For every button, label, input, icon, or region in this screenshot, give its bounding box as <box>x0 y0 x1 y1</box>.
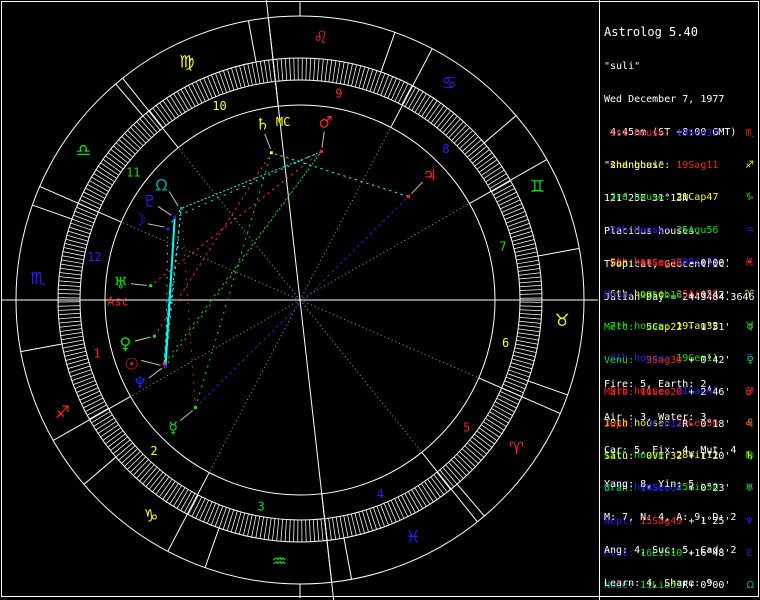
app-title: Astrolog 5.40 <box>604 25 698 39</box>
planet-icon: ☉ <box>745 258 754 269</box>
house-label: 2nd house: <box>604 160 677 172</box>
svg-text:♉: ♉ <box>555 311 570 331</box>
planet-latitude: - 0°00' <box>688 258 731 269</box>
house-label: 4th house: <box>604 224 677 236</box>
planet-icon: ♂ <box>745 386 754 398</box>
svg-text:12: 12 <box>87 250 101 264</box>
svg-text:♊: ♊ <box>530 177 545 197</box>
planet-icon: ♄ <box>745 451 754 463</box>
svg-text:Ω: Ω <box>155 176 167 195</box>
planet-position: 14Sag38 <box>640 258 683 269</box>
planet-icon: ☽ <box>745 290 754 302</box>
sign-icon: ♑ <box>745 192 754 204</box>
svg-text:♐: ♐ <box>55 403 70 423</box>
svg-text:☽: ☽ <box>132 210 146 229</box>
svg-text:11: 11 <box>126 165 140 179</box>
stats-learn-share: Learn: 4, Share: 9 <box>604 578 713 590</box>
svg-text:6: 6 <box>502 336 509 350</box>
svg-text:♍: ♍ <box>179 53 194 73</box>
svg-text:☉: ☉ <box>125 354 139 373</box>
svg-text:♌: ♌ <box>313 28 328 48</box>
planet-label: Moon: <box>604 290 641 302</box>
svg-text:♈: ♈ <box>509 439 524 459</box>
svg-text:♑: ♑ <box>143 507 158 527</box>
planet-latitude: - 1°51' <box>688 322 731 334</box>
svg-text:♒: ♒ <box>272 552 287 572</box>
planet-icon: ♇ <box>745 547 754 559</box>
svg-text:♀: ♀ <box>119 334 131 353</box>
svg-text:♋: ♋ <box>441 73 456 93</box>
planet-row: Merc: 5Cap22 - 1°51' ☿ <box>604 322 756 334</box>
chart-name: "suli" <box>604 61 641 72</box>
planet-row: Sun: 14Sag38 - 0°00' ☉ <box>604 258 756 269</box>
natal-wheel-chart: 123456789101112♈♉♊♋♌♍♎♏♐♑♒♓☉☽☿♀♂♃♄♅♆♇ΩAs… <box>2 0 598 600</box>
planet-icon: ♃ <box>745 418 754 430</box>
svg-text:Asc: Asc <box>107 294 129 308</box>
svg-text:♅: ♅ <box>114 273 128 292</box>
svg-text:☿: ☿ <box>168 418 178 437</box>
svg-text:1: 1 <box>93 347 100 361</box>
sign-icon: ♐ <box>745 160 754 172</box>
svg-text:3: 3 <box>257 499 264 513</box>
house-cusp: 19Sco32 <box>676 128 719 139</box>
svg-text:4: 4 <box>377 487 384 501</box>
svg-text:5: 5 <box>463 421 470 435</box>
house-row: 3rd house: 21Cap47 ♑ <box>604 192 756 204</box>
planet-latitude: + 0°42' <box>688 290 731 302</box>
svg-text:♎: ♎ <box>76 141 91 161</box>
planet-icon: ♅ <box>745 483 754 495</box>
house-row: 1st house: 19Sco32 ♏ <box>604 128 756 139</box>
svg-text:♃: ♃ <box>423 166 437 185</box>
house-cusp: 21Cap47 <box>676 192 719 204</box>
svg-text:♏: ♏ <box>30 269 45 289</box>
stats-house-types: Ang: 4, Suc: 5, Cad: 2 <box>604 544 737 556</box>
house-row: 4th house: 25Aqu56 ♒ <box>604 224 756 236</box>
svg-text:MC: MC <box>276 115 290 129</box>
sign-icon: ♒ <box>745 224 754 236</box>
stats-elements-2: Air : 3, Water: 3 <box>604 412 707 424</box>
house-cusp: 25Aqu56 <box>676 224 719 236</box>
planet-icon: ☿ <box>747 322 754 334</box>
stats-elements-1: Fire: 5, Earth: 2, <box>604 379 713 390</box>
stats-hemispheres: M: 7, N: 4, A: 9, D: 2 <box>604 511 737 523</box>
svg-text:9: 9 <box>335 87 342 101</box>
astrolog-window: 1 2 3 4 5 6 7 8 9 10 11 12 ♈ ♉ ♊ ♋ ♌ ♍ ♎ ♏ ♐ ♑ ♒ ♓ ☉ ☽ ☿ ♀ ♂ ♃ ♄ ♅ ♆ ♇ Ω As… <box>0 0 760 600</box>
info-sidebar: Astrolog 5.40 "suli" Wed December 7, 197… <box>600 0 760 600</box>
house-row: 2nd house: 19Sag11 ♐ <box>604 160 756 172</box>
svg-text:7: 7 <box>499 239 506 253</box>
svg-text:10: 10 <box>212 99 226 113</box>
planet-icon: ♀ <box>746 354 754 366</box>
planet-icon: ♆ <box>745 515 754 527</box>
svg-text:♂: ♂ <box>319 112 333 131</box>
svg-text:♆: ♆ <box>133 373 147 392</box>
svg-text:♓: ♓ <box>405 527 420 547</box>
svg-text:♄: ♄ <box>255 114 269 133</box>
sign-icon: ♏ <box>745 128 754 139</box>
svg-text:8: 8 <box>442 142 449 156</box>
planet-label: Merc: <box>604 322 641 334</box>
planet-icon: Ω <box>746 579 754 591</box>
stats-modes: Car: 5, Fix: 4, Mut: 4 <box>604 445 737 457</box>
house-cusp: 19Sag11 <box>676 160 719 172</box>
house-label: 1st house: <box>604 128 677 139</box>
planet-row: Moon: 21Lib16 + 0°42' ☽ <box>604 290 756 302</box>
element-stats: Fire: 5, Earth: 2, Air : 3, Water: 3 Car… <box>604 357 736 600</box>
planet-position: 5Cap22 <box>640 322 683 334</box>
chart-date: Wed December 7, 1977 <box>604 94 725 105</box>
house-label: 3rd house: <box>604 192 677 204</box>
stats-yang-yin: Yang: 8, Yin: 5 <box>604 478 695 490</box>
sidebar-divider <box>599 0 600 600</box>
svg-text:2: 2 <box>150 444 157 458</box>
planet-label: Sun: <box>604 258 641 269</box>
planet-position: 21Lib16 <box>640 290 683 302</box>
